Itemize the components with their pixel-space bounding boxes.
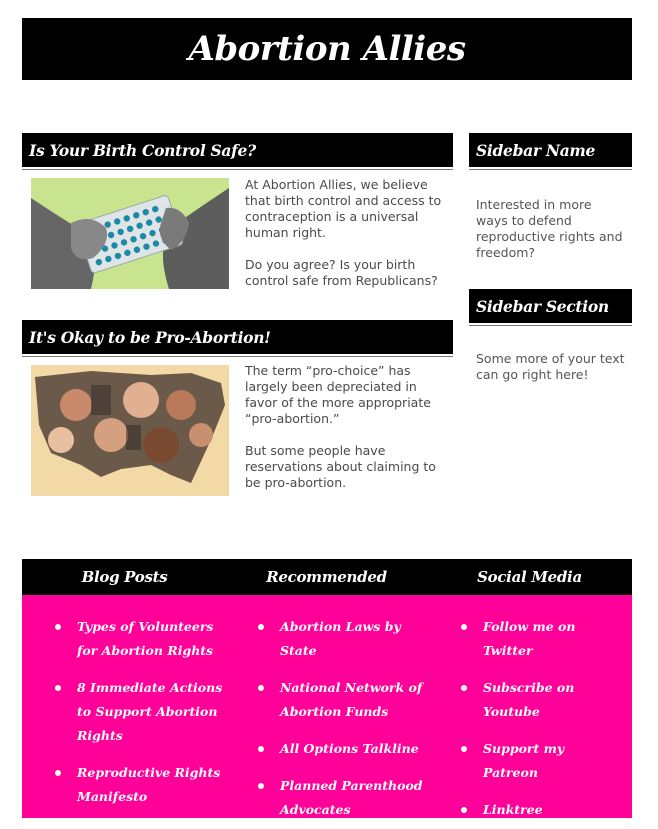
sidebar-text-name: Interested in more ways to defend reprod… <box>476 197 623 260</box>
post-body-pro-abortion: The term “pro-choice” has largely been d… <box>245 363 445 507</box>
post-paragraph: Do you agree? Is your birth control safe… <box>245 257 438 288</box>
footer-link[interactable]: National Network of Abortion Funds <box>258 676 440 724</box>
footer-link[interactable]: Reproductive Rights Manifesto <box>55 761 237 809</box>
post-paragraph: But some people have reservations about … <box>245 443 436 490</box>
footer-column-recommended: Abortion Laws by State National Network … <box>258 615 440 829</box>
footer-link[interactable]: Follow me on Twitter <box>461 615 623 663</box>
post-title-pro-abortion[interactable]: It's Okay to be Pro-Abortion! <box>22 320 453 357</box>
sidebar-title-name: Sidebar Name <box>469 133 632 170</box>
footer-link[interactable]: Support my Patreon <box>461 737 623 785</box>
bullet-icon <box>461 624 467 630</box>
footer-body: Types of Volunteers for Abortion Rights … <box>22 595 632 818</box>
us-map-collage-image <box>31 365 229 496</box>
bullet-icon <box>55 685 61 691</box>
footer-header: Blog Posts Recommended Social Media <box>22 559 632 595</box>
footer-heading-social-media: Social Media <box>477 568 582 586</box>
bullet-icon <box>258 624 264 630</box>
bullet-icon <box>461 746 467 752</box>
bullet-icon <box>258 783 264 789</box>
sidebar-title-section: Sidebar Section <box>469 289 632 326</box>
post-paragraph: At Abortion Allies, we believe that birt… <box>245 177 442 240</box>
footer-link[interactable]: Planned Parenthood Advocates <box>258 774 440 822</box>
footer-link[interactable]: Abortion Laws by State <box>258 615 440 663</box>
footer-column-social-media: Follow me on Twitter Subscribe on Youtub… <box>461 615 623 829</box>
bullet-icon <box>55 770 61 776</box>
footer-heading-recommended: Recommended <box>266 568 387 586</box>
footer-link[interactable]: Subscribe on Youtube <box>461 676 623 724</box>
bullet-icon <box>55 624 61 630</box>
footer-heading-blog-posts: Blog Posts <box>81 568 168 586</box>
bullet-icon <box>461 807 467 813</box>
sidebar-text-section: Some more of your text can go right here… <box>476 351 625 382</box>
bullet-icon <box>258 685 264 691</box>
bullet-icon <box>461 685 467 691</box>
footer-link[interactable]: 8 Immediate Actions to Support Abortion … <box>55 676 237 748</box>
site-title: Abortion Allies <box>188 29 466 69</box>
footer-column-blog-posts: Types of Volunteers for Abortion Rights … <box>55 615 237 822</box>
post-body-birth-control: At Abortion Allies, we believe that birt… <box>245 177 445 305</box>
post-paragraph: The term “pro-choice” has largely been d… <box>245 363 431 426</box>
footer-link[interactable]: All Options Talkline <box>258 737 440 761</box>
post-title-birth-control[interactable]: Is Your Birth Control Safe? <box>22 133 453 170</box>
site-banner: Abortion Allies <box>22 18 632 80</box>
birth-control-pills-image <box>31 178 229 289</box>
bullet-icon <box>258 746 264 752</box>
footer-link[interactable]: Linktree <box>461 798 623 822</box>
footer-link[interactable]: Types of Volunteers for Abortion Rights <box>55 615 237 663</box>
